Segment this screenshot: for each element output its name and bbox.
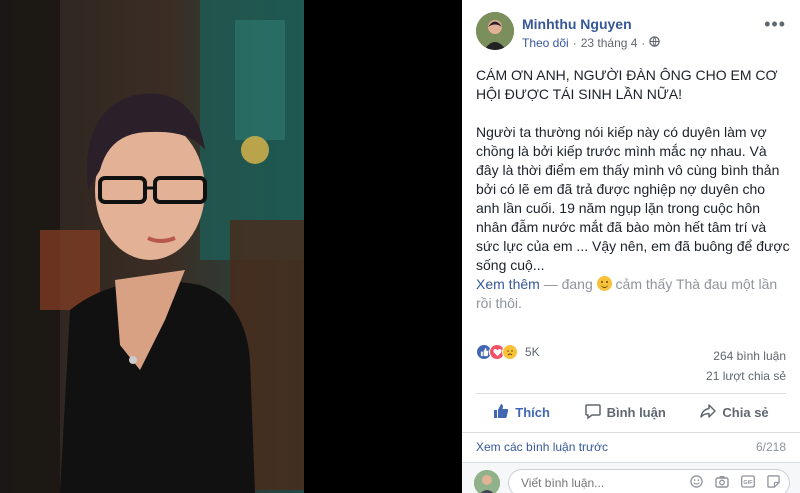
reaction-count[interactable]: 5K: [525, 345, 540, 359]
post-photo[interactable]: [0, 0, 304, 493]
emoji-icon[interactable]: [690, 475, 703, 491]
follow-link[interactable]: Theo dõi: [522, 36, 569, 50]
share-arrow-icon: [700, 403, 717, 422]
post-text: CÁM ƠN ANH, NGƯỜI ĐÀN ÔNG CHO EM CƠ HỘI …: [476, 66, 790, 313]
post-body: Người ta thường nói kiếp này có duyên là…: [476, 124, 790, 273]
speech-bubble-icon: [584, 403, 601, 422]
comment-count-link[interactable]: 264 bình luận: [706, 346, 786, 366]
like-label: Thích: [515, 404, 550, 420]
user-avatar: [474, 470, 500, 493]
sad-icon: [502, 344, 518, 360]
globe-icon: [649, 36, 661, 50]
camera-icon[interactable]: [715, 475, 729, 491]
comment-pagination: 6/218: [755, 440, 786, 454]
thumb-icon: [493, 403, 509, 422]
comment-composer: GIF: [462, 462, 800, 493]
feeling-prefix: — đang: [543, 276, 593, 292]
divider: [462, 432, 800, 433]
action-bar: Thích Bình luận Chia sẻ: [476, 396, 786, 428]
share-button[interactable]: Chia sẻ: [700, 403, 769, 422]
meta-separator: ·: [641, 36, 646, 50]
post-panel: Minhthu Nguyen Theo dõi · 23 tháng 4 · •…: [462, 0, 800, 493]
reaction-summary[interactable]: 5K: [476, 344, 540, 360]
emoji-icon: [596, 276, 612, 291]
more-options-icon[interactable]: •••: [764, 14, 786, 35]
post-meta: Theo dõi · 23 tháng 4 ·: [522, 36, 661, 50]
view-previous-comments-link[interactable]: Xem các bình luận trước: [476, 440, 608, 454]
divider: [476, 393, 786, 394]
post-date[interactable]: 23 tháng 4: [581, 36, 638, 50]
comment-label: Bình luận: [606, 404, 666, 420]
meta-separator: ·: [572, 36, 577, 50]
share-count-link[interactable]: 21 lượt chia sẻ: [706, 366, 786, 386]
post-header: Minhthu Nguyen Theo dõi · 23 tháng 4 · •…: [476, 12, 786, 52]
comments-bar: Xem các bình luận trước 6/218: [476, 440, 786, 454]
post-stats: 264 bình luận 21 lượt chia sẻ: [706, 346, 786, 386]
author-name[interactable]: Minhthu Nguyen: [522, 16, 632, 32]
like-button[interactable]: Thích: [493, 403, 550, 422]
sticker-icon[interactable]: [767, 475, 780, 491]
photo-viewer: Minhthu Nguyen Theo dõi · 23 tháng 4 · •…: [0, 0, 800, 493]
composer-icons: GIF: [690, 475, 780, 491]
see-more-link[interactable]: Xem thêm: [476, 276, 540, 292]
svg-text:GIF: GIF: [743, 480, 753, 486]
post-body-block: Người ta thường nói kiếp này có duyên là…: [476, 123, 790, 313]
author-avatar[interactable]: [476, 12, 514, 50]
share-label: Chia sẻ: [722, 404, 769, 420]
post-heading: CÁM ƠN ANH, NGƯỜI ĐÀN ÔNG CHO EM CƠ HỘI …: [476, 67, 778, 102]
comment-button[interactable]: Bình luận: [584, 403, 666, 422]
photo-area: [0, 0, 462, 493]
gif-icon[interactable]: GIF: [741, 475, 755, 491]
